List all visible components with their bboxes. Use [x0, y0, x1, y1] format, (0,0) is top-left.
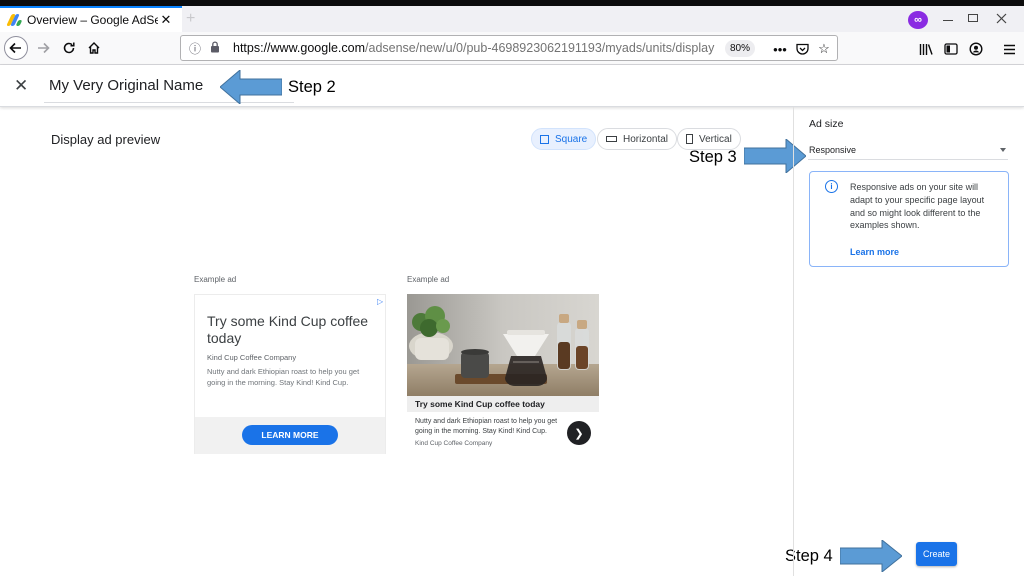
chip-vertical[interactable]: Vertical	[677, 128, 741, 150]
page-info-icon[interactable]: ⓘ	[187, 40, 203, 57]
minimize-button[interactable]	[937, 8, 959, 28]
ad2-next-button[interactable]: ❯	[567, 421, 591, 445]
ad-size-label: Ad size	[809, 118, 844, 130]
chip-horizontal[interactable]: Horizontal	[597, 128, 678, 150]
screen: Overview – Google AdSense ✕ + ∞ ⓘ http	[0, 0, 1024, 576]
chip-horizontal-label: Horizontal	[623, 133, 669, 145]
minimize-icon	[943, 19, 953, 21]
library-icon[interactable]	[916, 39, 936, 59]
example-ad-1-label: Example ad	[194, 275, 237, 284]
coffee-photo-illustration	[407, 294, 599, 396]
page-actions-icon[interactable]: •••	[771, 39, 789, 59]
ad2-description: Nutty and dark Ethiopian roast to help y…	[415, 418, 558, 435]
padlock-shape	[211, 40, 219, 52]
ad1-company: Kind Cup Coffee Company	[207, 353, 297, 362]
pocket-shape	[795, 43, 809, 55]
create-button[interactable]: Create	[916, 542, 957, 566]
url-path: /adsense/new/u/0/pub-4698923062191193/my…	[365, 41, 715, 55]
ad2-company: Kind Cup Coffee Company	[415, 440, 493, 447]
zoom-indicator[interactable]: 80%	[725, 40, 755, 57]
home-button[interactable]	[82, 36, 106, 60]
account-icon[interactable]	[966, 39, 986, 59]
step3-label: Step 3	[689, 148, 737, 166]
back-arrow-icon	[9, 42, 21, 54]
example-ad-2: Try some Kind Cup coffee today Nutty and…	[407, 294, 599, 454]
chip-vertical-label: Vertical	[699, 133, 732, 145]
reload-icon	[63, 42, 75, 54]
address-bar[interactable]: ⓘ https://www.google.com/adsense/new/u/0…	[180, 35, 838, 61]
restore-icon	[968, 14, 978, 22]
step3-arrow-icon	[744, 139, 806, 173]
new-tab-button[interactable]: +	[186, 10, 195, 28]
lock-icon[interactable]	[207, 40, 223, 56]
ad1-headline: Try some Kind Cup coffee today	[207, 313, 369, 346]
coffee-photo	[407, 294, 599, 396]
url-host: https://www.google.com	[233, 41, 366, 55]
ad2-headline: Try some Kind Cup coffee today	[407, 396, 599, 412]
bookmark-star-icon[interactable]: ☆	[815, 39, 833, 59]
dropdown-caret-icon	[1000, 147, 1006, 152]
url-text[interactable]: https://www.google.com/adsense/new/u/0/p…	[233, 41, 714, 55]
library-shape	[919, 43, 933, 55]
learn-more-link[interactable]: Learn more	[850, 247, 899, 257]
sidebar-icon[interactable]	[941, 39, 961, 59]
hamburger-menu-icon[interactable]	[999, 39, 1019, 59]
example-ad-1: ▷ Try some Kind Cup coffee today Kind Cu…	[194, 294, 386, 454]
forward-arrow-icon	[38, 42, 50, 54]
browser-tab-adsense[interactable]: Overview – Google AdSense ✕	[0, 6, 182, 32]
learn-more-button[interactable]: LEARN MORE	[242, 425, 338, 445]
chip-square[interactable]: Square	[531, 128, 597, 150]
account-shape	[969, 42, 983, 56]
example-ad-2-label: Example ad	[407, 275, 450, 284]
tab-close-icon[interactable]: ✕	[158, 12, 174, 28]
hamburger-shape	[1003, 44, 1015, 54]
responsive-info-box: i Responsive ads on your site will adapt…	[809, 171, 1009, 267]
ad1-description: Nutty and dark Ethiopian roast to help y…	[207, 367, 360, 387]
square-icon	[540, 134, 549, 144]
horizontal-icon	[606, 136, 617, 142]
step2-arrow-icon	[220, 70, 282, 104]
info-text: Responsive ads on your site will adapt t…	[850, 182, 985, 231]
chip-square-label: Square	[555, 133, 588, 145]
preview-title: Display ad preview	[51, 132, 161, 147]
window-close-button[interactable]	[990, 8, 1012, 28]
vertical-icon	[686, 134, 693, 144]
back-button[interactable]	[4, 36, 28, 60]
home-icon	[88, 42, 100, 54]
reload-button[interactable]	[57, 36, 81, 60]
browser-toolbar: ⓘ https://www.google.com/adsense/new/u/0…	[0, 32, 1024, 65]
ad-size-value: Responsive	[809, 144, 857, 155]
adsense-favicon-icon	[6, 14, 23, 26]
private-mask-icon: ∞	[908, 11, 928, 29]
info-icon: i	[825, 180, 838, 193]
adchoices-icon[interactable]: ▷	[377, 297, 383, 306]
ad-unit-header: ✕	[0, 65, 1024, 107]
window-close-icon	[996, 13, 1006, 23]
forward-button[interactable]	[31, 36, 55, 60]
panel-divider	[793, 107, 794, 576]
tab-title: Overview – Google AdSense	[27, 13, 158, 27]
step2-label: Step 2	[288, 78, 336, 96]
pocket-icon[interactable]	[793, 39, 811, 59]
ad-size-select[interactable]: Responsive	[808, 140, 1008, 160]
sidebar-shape	[944, 43, 958, 55]
close-editor-icon[interactable]: ✕	[14, 76, 28, 96]
restore-button[interactable]	[962, 8, 984, 28]
tab-strip: Overview – Google AdSense ✕ + ∞	[0, 6, 1024, 32]
step4-arrow-icon	[840, 540, 902, 572]
